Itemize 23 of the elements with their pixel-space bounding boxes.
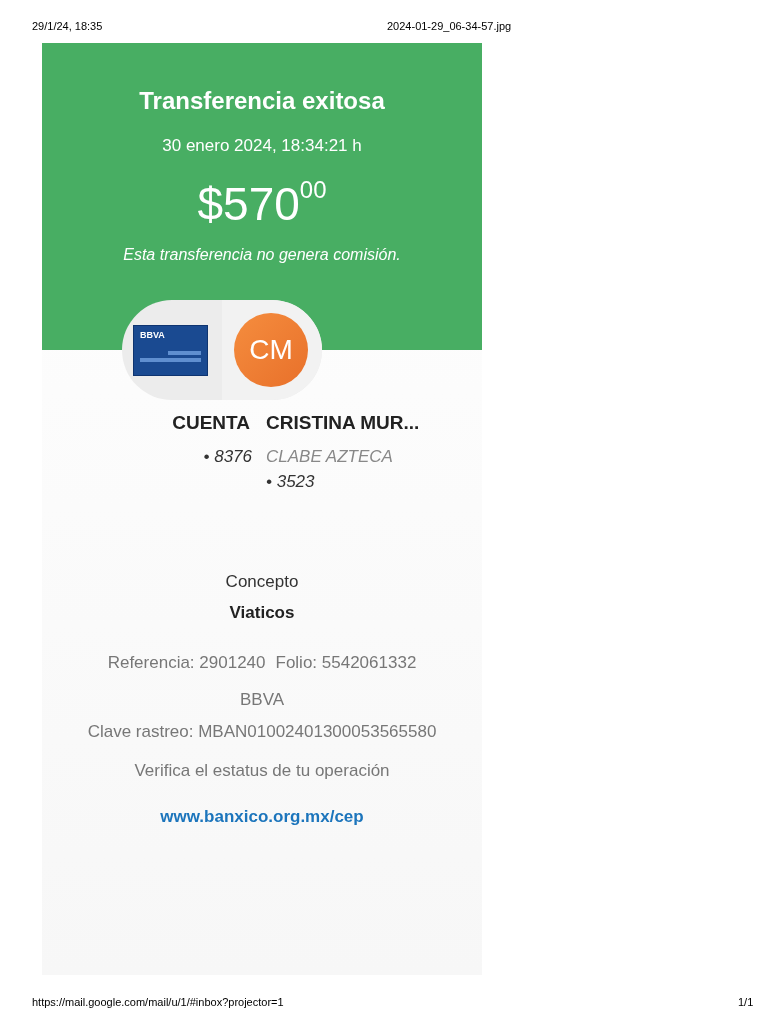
- recipient-name: CRISTINA MUR...: [266, 411, 420, 435]
- receipt-title: Transferencia exitosa: [139, 86, 385, 116]
- transfer-datetime: 30 enero 2024, 18:34:21 h: [162, 135, 362, 157]
- tracking-key: Clave rastreo: MBAN01002401300053565580: [87, 718, 437, 744]
- verification-link[interactable]: www.banxico.org.mx/cep: [160, 803, 364, 829]
- page-url: https://mail.google.com/mail/u/1/#inbox?projector=1: [32, 995, 284, 1010]
- print-date: 29/1/24, 18:35: [32, 19, 103, 34]
- reference-number: Referencia: 2901240: [107, 651, 266, 674]
- card-brand: BBVA: [140, 330, 166, 340]
- verify-text: Verifica el estatus de tu operación: [134, 760, 390, 782]
- page-number: 1/1: [738, 995, 754, 1010]
- recipient-account: • 3523: [266, 471, 315, 493]
- bank-name: BBVA: [239, 689, 285, 711]
- file-name: 2024-01-29_06-34-57.jpg: [387, 19, 512, 34]
- transfer-amount: $570$^{00}$: [197, 180, 327, 227]
- commission-note: Esta transferencia no genera comisión.: [123, 244, 401, 265]
- folio-number: Folio: 5542061332: [275, 651, 417, 674]
- initials-avatar: CM: [234, 313, 308, 387]
- origin-account: • 8376: [203, 445, 252, 468]
- recipient-bank: CLABE AZTECA: [266, 445, 393, 468]
- origin-name: CUENTA: [172, 411, 250, 435]
- concept-label: Concepto: [225, 570, 299, 593]
- concept-value: Viaticos: [229, 602, 295, 624]
